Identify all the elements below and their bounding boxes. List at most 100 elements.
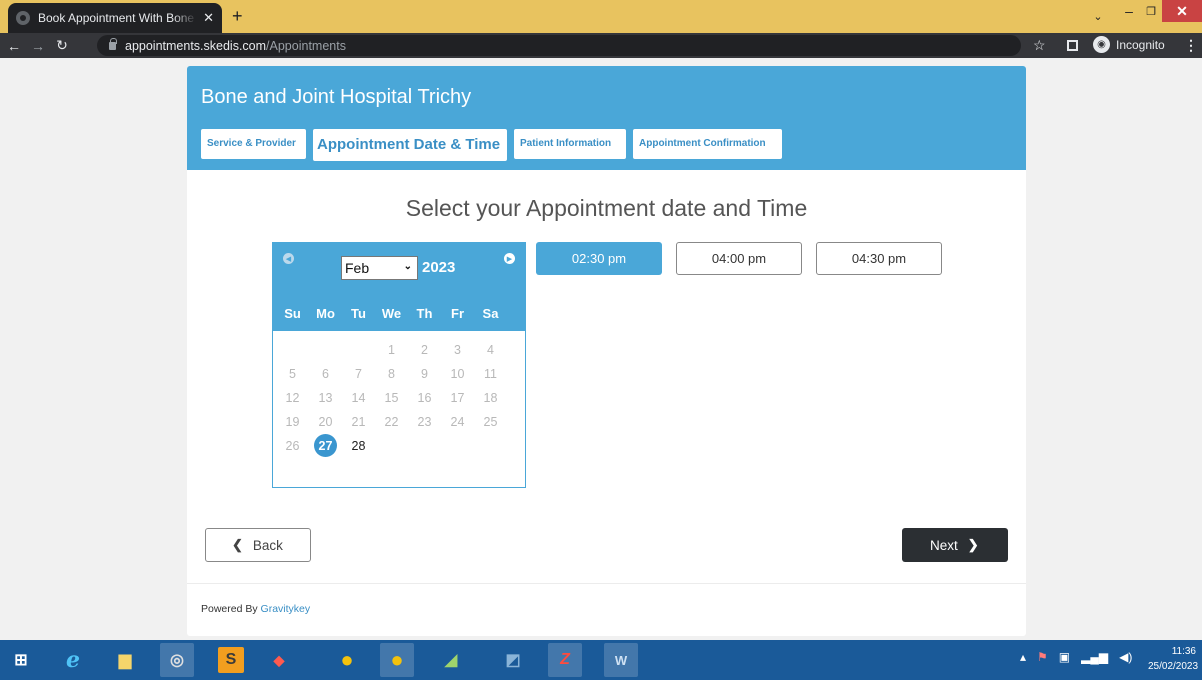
next-month-icon[interactable]: ▶ xyxy=(504,253,515,264)
forward-arrow-icon[interactable]: → xyxy=(28,38,48,54)
windows-start-icon[interactable]: ⊞ xyxy=(4,643,38,677)
tab-title: Book Appointment With Bone and Joint Hos… xyxy=(38,11,197,25)
next-button[interactable]: Next ❯ xyxy=(902,528,1008,562)
calendar-day: 23 xyxy=(417,415,432,429)
calendar-day-selected[interactable]: 27 xyxy=(309,434,342,458)
clock-date: 25/02/2023 xyxy=(1148,661,1199,672)
calendar-day: 6 xyxy=(322,367,329,381)
calendar-day: 4 xyxy=(487,343,494,357)
tray-expand-icon[interactable]: ▴ xyxy=(1020,650,1026,664)
internet-explorer-icon[interactable]: e xyxy=(56,643,90,677)
time-slot-0430pm[interactable]: 04:30 pm xyxy=(816,242,942,275)
calendar-day: 18 xyxy=(483,391,498,405)
page-title: Select your Appointment date and Time xyxy=(405,195,808,221)
next-button-label: Next xyxy=(930,537,958,553)
date-picker: ◀ Feb ⌄ 2023 ▶ Su Mo Tu We Th Fr Sa 1234567891… xyxy=(272,242,526,488)
time-slot-0230pm[interactable]: 02:30 pm xyxy=(536,242,662,275)
weekday-label: Fr xyxy=(451,306,464,321)
system-tray: ▴ ⚑ ▣ ▂▄▆ ◀) xyxy=(1020,650,1132,664)
address-bar[interactable]: appointments.skedis.com/Appointments xyxy=(97,35,1021,56)
url-path: /Appointments xyxy=(266,38,346,53)
calendar-blank xyxy=(342,338,375,362)
calendar-year: 2023 xyxy=(422,259,456,276)
calendar-day: 13 xyxy=(318,391,333,405)
calendar-day: 25 xyxy=(483,415,498,429)
weekday-label: Mo xyxy=(316,306,335,321)
word-icon[interactable]: W xyxy=(604,643,638,677)
notepad-icon[interactable]: ◩ xyxy=(496,643,530,677)
calendar-day: 11 xyxy=(484,367,497,381)
signal-icon[interactable]: ▂▄▆ xyxy=(1081,650,1108,664)
tab-search-icon[interactable]: ⌄ xyxy=(1087,5,1109,27)
reload-icon[interactable]: ↻ xyxy=(52,37,72,54)
calendar-day: 26 xyxy=(285,439,300,453)
back-button-label: Back xyxy=(252,537,283,553)
calendar-day: 5 xyxy=(289,367,296,381)
time-slot-0400pm[interactable]: 04:00 pm xyxy=(676,242,802,275)
calendar-day: 21 xyxy=(351,415,366,429)
prev-month-icon[interactable]: ◀ xyxy=(283,253,294,264)
calendar-header: ◀ Feb ⌄ 2023 ▶ Su Mo Tu We Th Fr Sa xyxy=(273,243,525,331)
month-select[interactable]: Feb ⌄ xyxy=(341,256,418,280)
calendar-days: 1 2 3 4 5 6 7 8 9 10 11 12 13 14 15 16 17 18 19 20 21 22 23 24 2… xyxy=(276,338,507,458)
calendar-day: 20 xyxy=(318,415,333,429)
tab-close-icon[interactable]: ✕ xyxy=(203,10,214,26)
taskbar-clock[interactable]: 11:36 25/02/2023 xyxy=(1148,644,1199,674)
browser-toolbar: ← → ↻ appointments.skedis.com/Appointmen… xyxy=(0,33,1202,58)
lock-icon xyxy=(109,37,117,50)
calendar-blank xyxy=(276,338,309,362)
weekday-label: Th xyxy=(416,306,433,321)
minimize-icon[interactable]: – xyxy=(1118,0,1140,22)
booking-header: Bone and Joint Hospital Trichy Service &… xyxy=(187,66,1026,170)
chevron-left-icon: ❮ xyxy=(232,537,243,552)
incognito-label: Incognito xyxy=(1116,37,1165,52)
new-tab-button[interactable]: + xyxy=(232,6,243,27)
sticky-notes-icon[interactable]: ◢ xyxy=(434,643,468,677)
browser-tab[interactable]: Book Appointment With Bone and Joint Hos… xyxy=(8,3,222,33)
file-explorer-icon[interactable]: ▆ xyxy=(108,643,142,677)
incognito-indicator[interactable]: ◉ Incognito xyxy=(1093,36,1165,53)
calendar-day: 17 xyxy=(450,391,465,405)
chrome-incognito-icon[interactable]: ● xyxy=(380,643,414,677)
step-appointment-confirmation[interactable]: Appointment Confirmation xyxy=(633,129,782,159)
calendar-day: 15 xyxy=(384,391,399,405)
window-close-icon[interactable]: ✕ xyxy=(1162,0,1202,22)
card-footer: Powered By Gravitykey xyxy=(187,583,1026,636)
bookmark-star-icon[interactable]: ☆ xyxy=(1033,37,1046,54)
calendar-day: 2 xyxy=(421,343,428,357)
restore-icon[interactable]: ❐ xyxy=(1140,0,1162,22)
media-player-icon[interactable]: ◎ xyxy=(160,643,194,677)
globe-icon xyxy=(16,11,30,25)
calendar-day: 14 xyxy=(351,391,366,405)
weekday-label: Su xyxy=(284,306,301,321)
windows-taskbar: ⊞ e ▆ ◎ S ◆ ● ● ◢ ◩ Z W ▴ ⚑ ▣ ▂▄▆ ◀) 11:… xyxy=(0,640,1202,680)
back-button[interactable]: ❮ Back xyxy=(205,528,311,562)
device-icon[interactable]: ▣ xyxy=(1059,650,1070,664)
url-host: appointments.skedis.com xyxy=(125,38,267,53)
sublime-text-icon[interactable]: S xyxy=(218,647,244,673)
booking-steps: Service & Provider Appointment Date & Ti… xyxy=(201,129,782,161)
calendar-day: 3 xyxy=(454,343,461,357)
side-panel-icon[interactable] xyxy=(1067,40,1078,51)
gravitykey-link[interactable]: Gravitykey xyxy=(261,603,311,615)
anydesk-icon[interactable]: ◆ xyxy=(262,643,296,677)
step-service-provider[interactable]: Service & Provider xyxy=(201,129,306,159)
calendar-day: 7 xyxy=(355,367,362,381)
chrome-icon[interactable]: ● xyxy=(330,643,364,677)
month-select-value: Feb xyxy=(345,260,370,276)
calendar-day: 22 xyxy=(384,415,399,429)
powered-by-prefix: Powered By xyxy=(201,603,258,615)
calendar-day: 8 xyxy=(388,367,395,381)
calendar-day[interactable]: 28 xyxy=(342,434,375,458)
step-appointment-date-time[interactable]: Appointment Date & Time xyxy=(313,129,507,161)
step-patient-information[interactable]: Patient Information xyxy=(514,129,626,159)
menu-kebab-icon[interactable]: ⋮ xyxy=(1184,37,1198,54)
chevron-down-icon: ⌄ xyxy=(403,261,412,272)
calendar-day: 24 xyxy=(450,415,465,429)
network-warning-icon[interactable]: ⚑ xyxy=(1037,650,1048,664)
filezilla-icon[interactable]: Z xyxy=(548,643,582,677)
weekday-row: Su Mo Tu We Th Fr Sa xyxy=(273,306,525,321)
volume-icon[interactable]: ◀) xyxy=(1119,650,1132,664)
back-arrow-icon[interactable]: ← xyxy=(4,38,24,54)
calendar-blank xyxy=(309,338,342,362)
